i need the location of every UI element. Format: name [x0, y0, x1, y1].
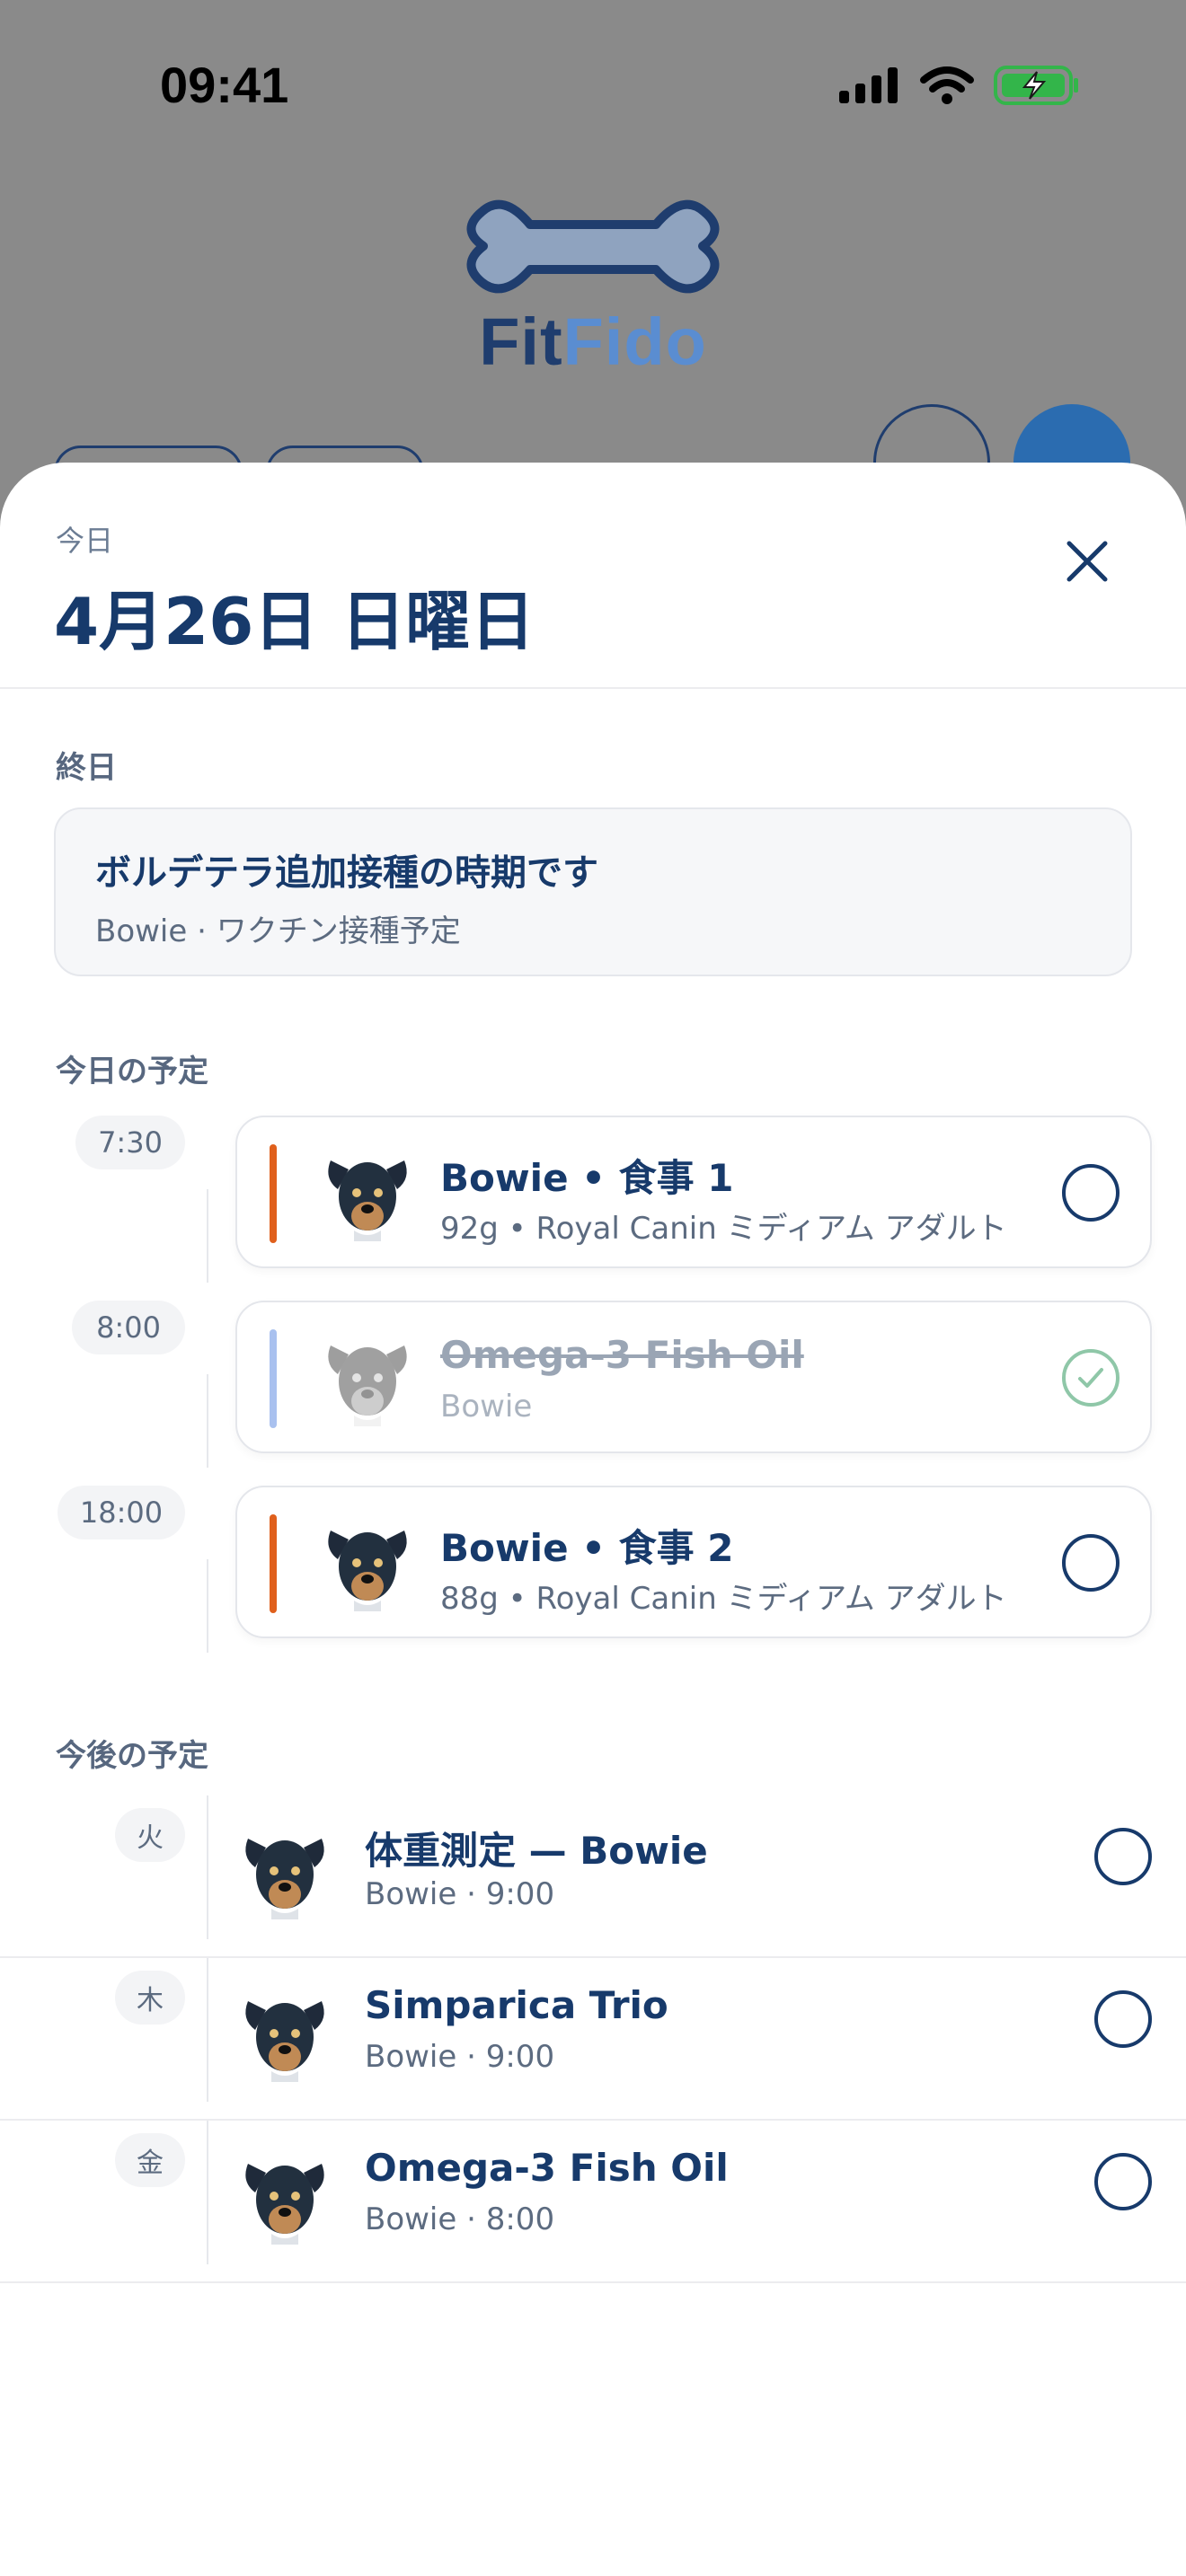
dog-avatar	[328, 1345, 407, 1426]
category-bar	[270, 1144, 277, 1243]
allday-event-title: ボルデテラ追加接種の時期です	[95, 852, 598, 894]
upcoming-row[interactable]: 木 Simparica Trio Bowie · 9:00	[0, 1958, 1186, 2121]
day-badge: 火	[115, 1808, 185, 1862]
dog-avatar	[245, 2001, 324, 2082]
dog-avatar	[245, 1839, 324, 1919]
close-icon[interactable]	[1060, 534, 1114, 588]
timeline-line	[207, 1189, 208, 1283]
sheet-header: 今日 4月26日 日曜日	[0, 463, 1186, 689]
schedule-row: 8:00 Omega-3 Fish Oil Bowie	[0, 1301, 1186, 1468]
upcoming-row[interactable]: 金 Omega-3 Fish Oil Bowie · 8:00	[0, 2121, 1186, 2283]
category-bar	[270, 1514, 277, 1613]
today-section-label: 今日の予定	[56, 1054, 208, 1090]
schedule-subtitle: 92g • Royal Canin ミディアム アダルト	[440, 1211, 1007, 1247]
timeline-line	[207, 1374, 208, 1468]
status-time: 09:41	[160, 57, 289, 113]
status-icons	[839, 65, 1080, 106]
schedule-title: Omega-3 Fish Oil	[440, 1333, 804, 1377]
time-badge: 8:00	[72, 1301, 185, 1354]
upcoming-section-label: 今後の予定	[56, 1738, 208, 1774]
schedule-card[interactable]: Bowie • 食事 2 88g • Royal Canin ミディアム アダル…	[235, 1486, 1152, 1638]
complete-checkbox[interactable]	[1094, 1828, 1152, 1885]
day-detail-sheet: 今日 4月26日 日曜日 終日 ボルデテラ追加接種の時期です Bowie · ワ…	[0, 463, 1186, 2576]
day-badge: 金	[115, 2133, 185, 2187]
time-badge: 18:00	[58, 1486, 185, 1539]
schedule-subtitle: 88g • Royal Canin ミディアム アダルト	[440, 1581, 1007, 1617]
schedule-card[interactable]: Bowie • 食事 1 92g • Royal Canin ミディアム アダル…	[235, 1116, 1152, 1268]
completed-checkbox[interactable]	[1062, 1349, 1120, 1407]
cellular-signal-icon	[839, 67, 898, 103]
schedule-row: 7:30 Bowie • 食事 1 92g • Royal Canin ミディア…	[0, 1116, 1186, 1283]
wifi-icon	[920, 66, 974, 104]
timeline-line	[207, 1958, 208, 2102]
schedule-subtitle: Bowie	[440, 1389, 533, 1425]
bone-icon	[466, 199, 720, 294]
timeline-line	[207, 1795, 208, 1939]
complete-checkbox[interactable]	[1094, 2153, 1152, 2210]
complete-checkbox[interactable]	[1062, 1164, 1120, 1222]
dog-avatar	[245, 2164, 324, 2245]
upcoming-subtitle: Bowie · 9:00	[365, 2039, 555, 2075]
battery-charging-icon	[994, 66, 1078, 105]
day-badge: 木	[115, 1971, 185, 2025]
checkmark-icon	[1078, 1368, 1103, 1388]
dog-avatar	[328, 1531, 407, 1611]
schedule-title: Bowie • 食事 1	[440, 1156, 734, 1200]
allday-section-label: 終日	[56, 750, 117, 786]
upcoming-row[interactable]: 火 体重測定 — Bowie Bowie · 9:00	[0, 1795, 1186, 1958]
upcoming-title: Simparica Trio	[365, 1983, 668, 2027]
app-logo: FitFido	[449, 189, 737, 379]
upcoming-title: 体重測定 — Bowie	[365, 1829, 708, 1873]
complete-checkbox[interactable]	[1062, 1534, 1120, 1592]
dog-avatar	[328, 1160, 407, 1241]
timeline-line	[207, 1559, 208, 1653]
time-badge: 7:30	[75, 1116, 185, 1169]
complete-checkbox[interactable]	[1094, 1990, 1152, 2048]
logo-wordmark: FitFido	[479, 304, 707, 379]
status-bar: 09:41	[0, 0, 1186, 171]
schedule-card-completed[interactable]: Omega-3 Fish Oil Bowie	[235, 1301, 1152, 1453]
timeline-line	[207, 2121, 208, 2264]
date-title: 4月26日 日曜日	[54, 584, 535, 659]
schedule-title: Bowie • 食事 2	[440, 1526, 734, 1570]
today-label: 今日	[56, 524, 114, 558]
allday-event-subtitle: Bowie · ワクチン接種予定	[95, 913, 461, 949]
schedule-row: 18:00 Bowie • 食事 2 88g • Royal Canin ミディ…	[0, 1486, 1186, 1653]
allday-event-card[interactable]: ボルデテラ追加接種の時期です Bowie · ワクチン接種予定	[54, 807, 1132, 976]
category-bar	[270, 1329, 277, 1428]
upcoming-subtitle: Bowie · 9:00	[365, 1876, 555, 1912]
upcoming-subtitle: Bowie · 8:00	[365, 2201, 555, 2237]
upcoming-title: Omega-3 Fish Oil	[365, 2146, 729, 2190]
